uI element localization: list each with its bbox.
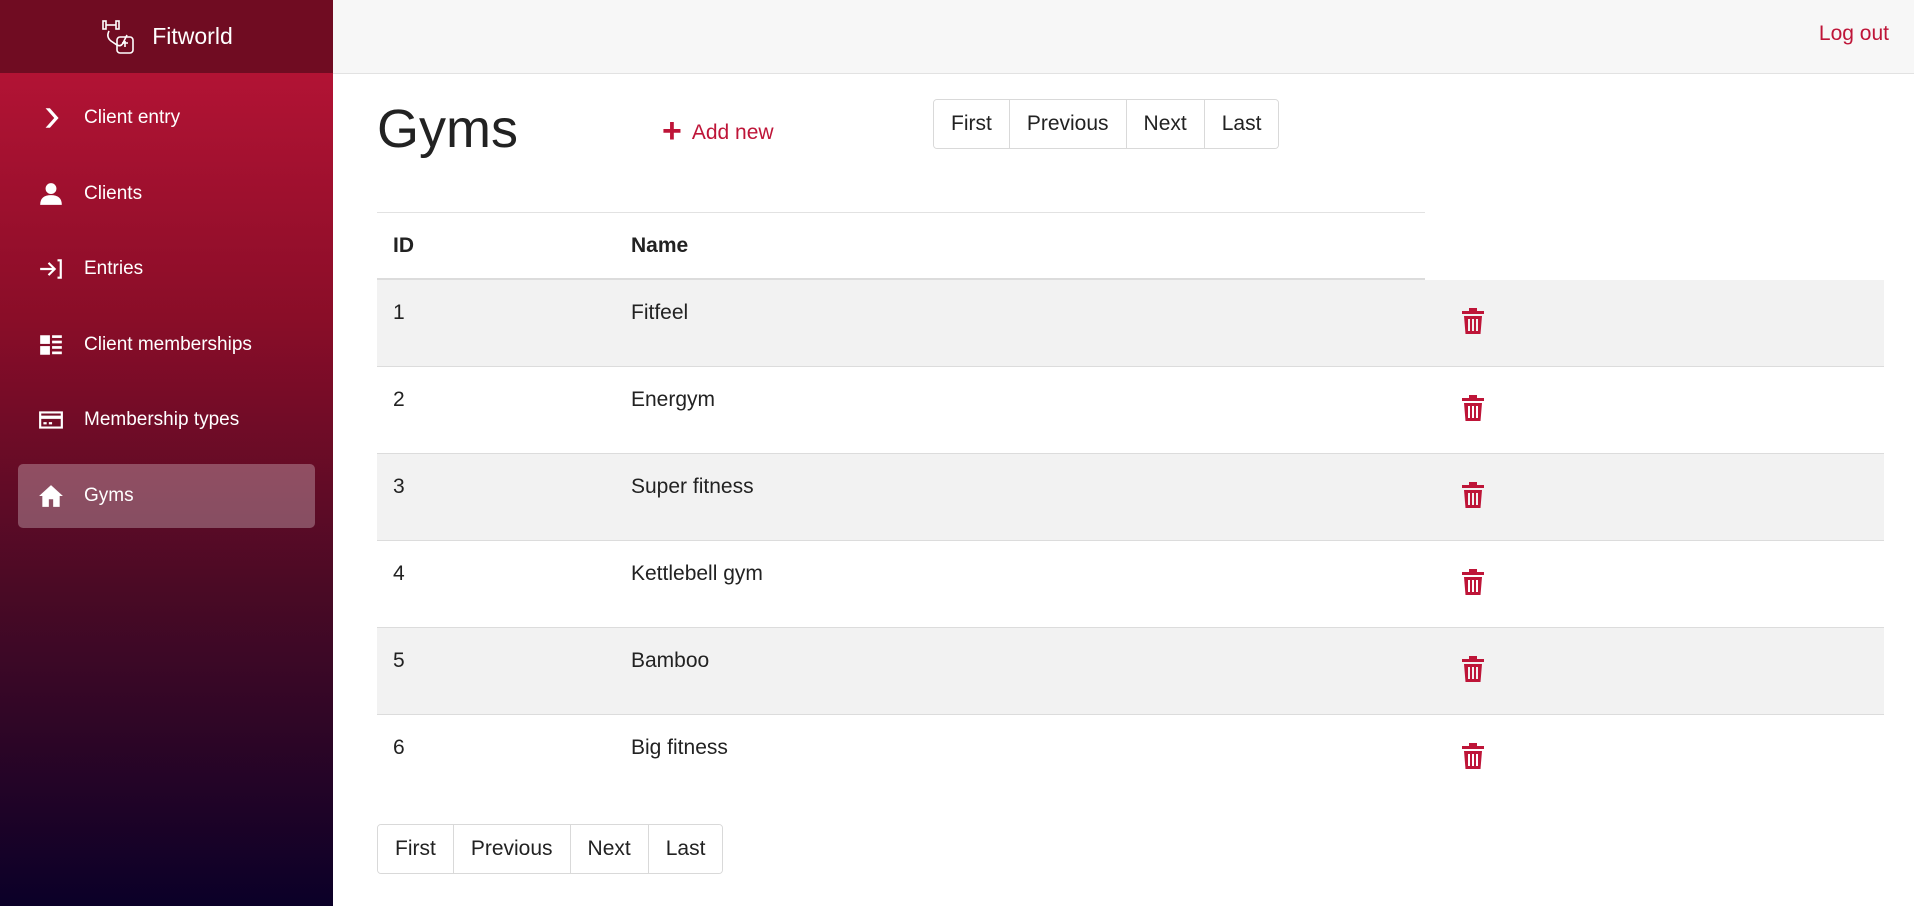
table-row[interactable]: 1 Fitfeel — [377, 280, 1884, 367]
cell-id: 2 — [393, 388, 405, 411]
pagination-top: First Previous Next Last — [933, 99, 1280, 149]
pagination-previous-button[interactable]: Previous — [452, 825, 570, 873]
fitworld-logo-icon — [100, 17, 140, 57]
pagination-next-button[interactable]: Next — [1125, 100, 1204, 148]
cell-id: 6 — [393, 736, 405, 759]
cell-id: 4 — [393, 562, 405, 585]
trash-icon[interactable] — [1461, 308, 1489, 336]
brand[interactable]: Fitworld — [0, 0, 333, 73]
trash-icon[interactable] — [1461, 569, 1489, 597]
plus-icon: + — [662, 112, 682, 150]
add-new-label: Add new — [691, 121, 774, 144]
sidebar-item-client-memberships[interactable]: Client memberships — [18, 313, 315, 377]
column-header-id[interactable]: ID — [377, 234, 631, 258]
card-icon — [36, 405, 66, 435]
sidebar-item-clients[interactable]: Clients — [18, 162, 315, 226]
sidebar-item-gyms[interactable]: Gyms — [18, 463, 315, 528]
trash-icon[interactable] — [1461, 743, 1489, 771]
add-new-button[interactable]: + Add new — [662, 114, 774, 148]
sidebar-item-label: Gyms — [84, 484, 134, 506]
sidebar-item-label: Client memberships — [84, 333, 252, 355]
table-row[interactable]: 3 Super fitness — [377, 454, 1884, 541]
pagination-previous-button[interactable]: Previous — [1008, 100, 1126, 148]
cell-name: Kettlebell gym — [631, 562, 763, 585]
table-header: ID Name — [377, 212, 1425, 280]
cell-name: Fitfeel — [631, 301, 689, 324]
topbar: Log out — [333, 0, 1914, 74]
cell-name: Big fitness — [631, 736, 728, 759]
user-icon — [36, 179, 66, 209]
cell-id: 5 — [393, 649, 405, 672]
sidebar-item-label: Clients — [84, 182, 143, 204]
sidebar-item-label: Client entry — [84, 107, 181, 128]
sidebar-item-label: Entries — [84, 258, 144, 279]
trash-icon[interactable] — [1461, 395, 1489, 423]
pagination-first-button[interactable]: First — [378, 825, 453, 873]
gyms-table: ID Name 1 Fitfeel 2 Energym 3 Super fitn… — [377, 212, 1884, 802]
table-row[interactable]: 4 Kettlebell gym — [377, 541, 1884, 628]
trash-icon[interactable] — [1461, 482, 1489, 510]
cell-name: Bamboo — [631, 649, 710, 672]
chevron-right-icon — [36, 103, 66, 133]
logout-link[interactable]: Log out — [1819, 22, 1889, 46]
sidebar-item-label: Membership types — [84, 409, 240, 430]
pagination-next-button[interactable]: Next — [569, 825, 648, 873]
sidebar-nav: Client entry Clients Entries Client memb… — [0, 73, 333, 528]
brand-name: Fitworld — [152, 23, 233, 49]
pagination-first-button[interactable]: First — [934, 100, 1009, 148]
cell-name: Energym — [631, 388, 716, 411]
sidebar-item-membership-types[interactable]: Membership types — [18, 388, 315, 452]
table-row[interactable]: 5 Bamboo — [377, 628, 1884, 715]
trash-icon[interactable] — [1461, 656, 1489, 684]
table-row[interactable]: 6 Big fitness — [377, 715, 1884, 802]
list-icon — [36, 330, 66, 360]
cell-name: Super fitness — [631, 475, 754, 498]
sidebar: Fitworld Client entry Clients Entries Cl… — [0, 0, 333, 906]
cell-id: 1 — [393, 301, 405, 324]
home-icon — [36, 481, 66, 511]
main-content: Gyms + Add new First Previous Next Last … — [377, 74, 1884, 906]
pagination-last-button[interactable]: Last — [1203, 100, 1279, 148]
page-title: Gyms — [377, 99, 518, 159]
column-header-name[interactable]: Name — [631, 234, 1425, 258]
table-row[interactable]: 2 Energym — [377, 367, 1884, 454]
pagination-bottom: First Previous Next Last — [377, 824, 724, 874]
sidebar-item-entries[interactable]: Entries — [18, 237, 315, 301]
sidebar-item-client-entry[interactable]: Client entry — [18, 86, 315, 150]
cell-id: 3 — [393, 475, 405, 498]
pagination-last-button[interactable]: Last — [647, 825, 723, 873]
login-icon — [36, 254, 66, 284]
